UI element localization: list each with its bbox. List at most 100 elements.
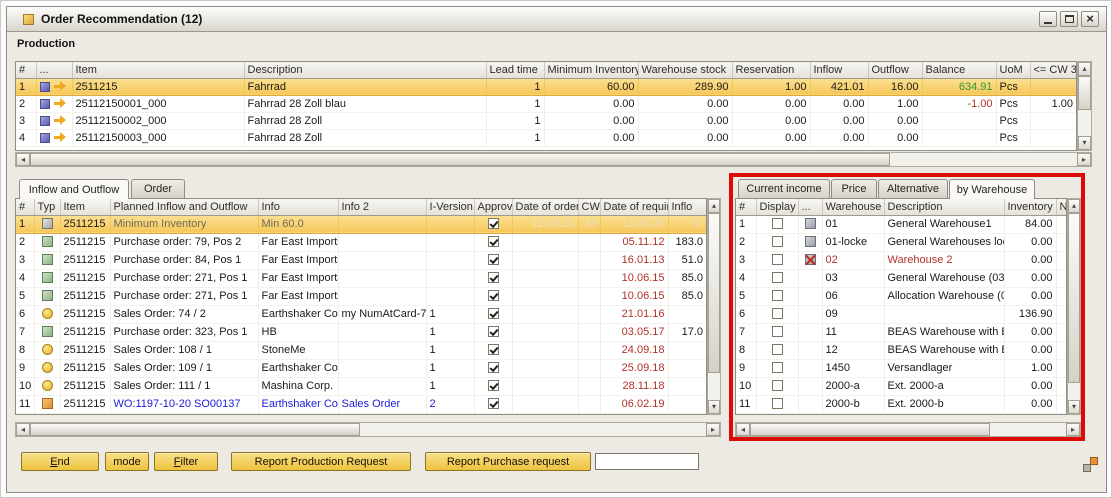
cell-inflow[interactable] [668, 305, 706, 323]
inflow-outflow-row[interactable]: 4 2511215 Purchase order: 271, Pos 1 Far… [16, 269, 706, 287]
warehouse-row[interactable]: 8 12 BEAS Warehouse with Bin 0.00 [736, 341, 1066, 359]
scrollbar-track[interactable] [890, 153, 1077, 166]
warehouse-row[interactable]: 3 02 Warehouse 2 0.00 [736, 251, 1066, 269]
cell-cw33[interactable]: 1.00 [1030, 95, 1076, 112]
cell-row-number[interactable]: 6 [736, 305, 756, 323]
cell-lead-time[interactable]: 1 [486, 129, 544, 146]
cell-info[interactable]: Mashina Corp. [258, 377, 338, 395]
cell-n[interactable] [1056, 251, 1066, 269]
scroll-left-button[interactable]: ◂ [16, 423, 30, 436]
cell-item[interactable]: 2511215 [72, 78, 244, 95]
cell-reservation[interactable]: 1.00 [732, 78, 810, 95]
report-purchase-request-button[interactable]: Report Purchase request [425, 452, 591, 471]
cell-description[interactable]: Versandlager [884, 359, 1004, 377]
cell-info2[interactable]: Sales Order [338, 395, 426, 413]
cell-warehouse[interactable]: 02 [822, 251, 884, 269]
cell-warehouse-stock[interactable]: 0.00 [638, 129, 732, 146]
cell-date-of-requirement[interactable]: 10.06.15 [600, 269, 668, 287]
cell-description[interactable]: General Warehouses locke [884, 233, 1004, 251]
cell-n[interactable] [1056, 377, 1066, 395]
cell-row-number[interactable]: 4 [16, 129, 36, 146]
items-col-lead-time[interactable]: Lead time [486, 62, 544, 78]
cell-iversion[interactable]: 1 [426, 359, 474, 377]
cell-info2[interactable] [338, 233, 426, 251]
inflow-outflow-row[interactable]: 3 2511215 Purchase order: 84, Pos 1 Far … [16, 251, 706, 269]
scroll-left-button[interactable]: ◂ [16, 153, 30, 166]
cell-info[interactable]: Earthshaker Cor [258, 359, 338, 377]
scroll-up-button[interactable]: ▴ [1068, 199, 1080, 213]
cell-item[interactable]: 2511215 [60, 233, 110, 251]
cell-date-of-order[interactable] [512, 251, 578, 269]
cell-row-number[interactable]: 3 [16, 251, 34, 269]
wh-col-icons[interactable]: ... [798, 199, 822, 215]
cell-date-of-order[interactable] [512, 305, 578, 323]
cell-info[interactable]: HB [258, 323, 338, 341]
cell-item[interactable]: 2511215 [60, 359, 110, 377]
cell-lead-time[interactable]: 1 [486, 112, 544, 129]
scroll-left-button[interactable]: ◂ [736, 423, 750, 436]
cell-planned[interactable]: Purchase order: 271, Pos 1 [110, 269, 258, 287]
items-col-inflow[interactable]: Inflow [810, 62, 868, 78]
display-checkbox[interactable] [772, 398, 783, 409]
cell-cw[interactable] [578, 395, 600, 413]
scrollbar-thumb[interactable] [750, 423, 990, 436]
cell-row-number[interactable]: 11 [16, 395, 34, 413]
scrollbar-track[interactable] [360, 423, 706, 436]
cell-outflow[interactable]: 16.00 [868, 78, 922, 95]
approved-checkbox[interactable] [488, 290, 499, 301]
items-col-number[interactable]: # [16, 62, 36, 78]
cell-row-number[interactable]: 5 [16, 287, 34, 305]
approved-checkbox[interactable] [488, 254, 499, 265]
item-row[interactable]: 3 25112150002_000 Fahrrad 28 Zoll 1 0.00… [16, 112, 1076, 129]
cell-date-of-order[interactable] [512, 341, 578, 359]
display-checkbox[interactable] [772, 380, 783, 391]
cell-inventory[interactable]: 0.00 [1004, 233, 1056, 251]
cell-row-number[interactable]: 2 [16, 233, 34, 251]
cell-date-of-requirement[interactable]: 16.01.13 [600, 251, 668, 269]
inflow-outflow-row[interactable]: 9 2511215 Sales Order: 109 / 1 Earthshak… [16, 359, 706, 377]
cell-minimum-inventory[interactable]: 0.00 [544, 129, 638, 146]
cell-inflow[interactable]: 183.0 [668, 233, 706, 251]
cell-warehouse[interactable]: 06 [822, 287, 884, 305]
cell-cw[interactable] [578, 341, 600, 359]
scroll-right-button[interactable]: ▸ [1077, 153, 1091, 166]
cell-info[interactable]: Far East Imports [258, 269, 338, 287]
warehouse-row[interactable]: 1 01 General Warehouse1 84.00 [736, 215, 1066, 233]
warehouse-row[interactable]: 11 2000-b Ext. 2000-b 0.00 [736, 395, 1066, 413]
cell-description[interactable]: General Warehouse1 [884, 215, 1004, 233]
cell-item[interactable]: 25112150001_000 [72, 95, 244, 112]
wh-col-inventory[interactable]: Inventory [1004, 199, 1056, 215]
cell-cw[interactable] [578, 251, 600, 269]
cell-reservation[interactable]: 0.00 [732, 95, 810, 112]
cell-warehouse[interactable]: 2000-b [822, 395, 884, 413]
item-row[interactable]: 1 2511215 Fahrrad 1 60.00 289.90 1.00 42… [16, 78, 1076, 95]
cell-date-of-order[interactable] [512, 287, 578, 305]
cell-warehouse[interactable]: 01 [822, 215, 884, 233]
footer-input[interactable] [595, 453, 699, 470]
cell-inflow[interactable]: 0.00 [810, 129, 868, 146]
cell-iversion[interactable] [426, 269, 474, 287]
cell-date-of-order[interactable]: 12.08.20 [512, 215, 578, 233]
warehouse-row[interactable]: 4 03 General Warehouse (03) 0.00 [736, 269, 1066, 287]
cell-planned[interactable]: WO:1197-10-20 SO00137 [110, 395, 258, 413]
cell-info2[interactable] [338, 359, 426, 377]
cell-iversion[interactable]: 1 [426, 377, 474, 395]
approved-checkbox[interactable] [488, 308, 499, 319]
detail-col-type[interactable]: Typ [34, 199, 60, 215]
warehouse-horizontal-scrollbar[interactable]: ◂ ▸ [735, 422, 1081, 437]
scrollbar-track[interactable] [990, 423, 1066, 436]
cell-item[interactable]: 2511215 [60, 287, 110, 305]
scroll-down-button[interactable]: ▾ [708, 400, 720, 414]
cell-item[interactable]: 2511215 [60, 395, 110, 413]
cell-inflow[interactable]: 0.00 [810, 112, 868, 129]
cell-lead-time[interactable]: 1 [486, 78, 544, 95]
wh-col-n[interactable]: N [1056, 199, 1066, 215]
cell-item[interactable]: 2511215 [60, 341, 110, 359]
cell-inflow[interactable]: 0. [668, 215, 706, 233]
cell-uom[interactable]: Pcs [996, 78, 1030, 95]
detail-horizontal-scrollbar[interactable]: ◂ ▸ [15, 422, 721, 437]
cell-warehouse[interactable]: 1450 [822, 359, 884, 377]
cell-warehouse[interactable]: 09 [822, 305, 884, 323]
cell-warehouse[interactable]: 12 [822, 341, 884, 359]
cell-info[interactable]: Min 60.0 [258, 215, 338, 233]
